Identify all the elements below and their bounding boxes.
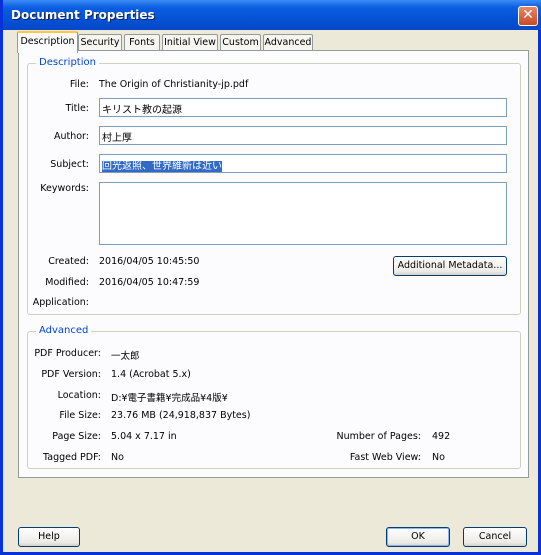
title-label: Title: (65, 103, 89, 114)
pdf-version-value: 1.4 (Acrobat 5.x) (111, 369, 191, 380)
subject-label: Subject: (50, 159, 89, 170)
number-of-pages-value: 492 (432, 431, 451, 442)
description-group-label: Description (36, 57, 99, 68)
title-bar[interactable]: Document Properties ✕ (3, 0, 541, 30)
modified-value: 2016/04/05 10:47:59 (99, 277, 200, 288)
fast-web-view-value: No (432, 452, 445, 463)
fast-web-view-label: Fast Web View: (349, 452, 421, 463)
subject-selected-text: 回光返照、世界維新は近い (102, 161, 222, 172)
tab-panel: Description File: The Origin of Christia… (18, 50, 529, 478)
tab-description[interactable]: Description (17, 31, 78, 53)
advanced-group: Advanced (27, 325, 521, 469)
subject-field[interactable]: 回光返照、世界維新は近い (99, 154, 507, 173)
created-label: Created: (48, 256, 89, 267)
pdf-version-label: PDF Version: (41, 369, 101, 380)
keywords-label: Keywords: (40, 183, 89, 194)
tab-fonts[interactable]: Fonts (124, 34, 160, 50)
author-field[interactable]: 村上厚 (99, 126, 507, 145)
location-value: D:¥電子書籍¥完成品¥4版¥ (111, 393, 228, 404)
dialog-title: Document Properties (11, 8, 155, 22)
pdf-producer-label: PDF Producer: (34, 348, 101, 359)
modified-label: Modified: (45, 277, 89, 288)
ok-button[interactable]: OK (386, 527, 450, 547)
help-button[interactable]: Help (18, 527, 80, 547)
pdf-producer-value: 一太郎 (111, 351, 140, 362)
location-label: Location: (57, 390, 101, 401)
additional-metadata-button[interactable]: Additional Metadata... (393, 256, 507, 276)
keywords-field[interactable] (99, 182, 507, 245)
page-size-value: 5.04 x 7.17 in (111, 431, 177, 442)
tagged-pdf-label: Tagged PDF: (43, 452, 101, 463)
title-field[interactable]: キリスト教の起源 (99, 98, 507, 117)
close-icon: ✕ (522, 7, 534, 23)
close-button[interactable]: ✕ (518, 6, 538, 26)
file-label: File: (69, 79, 89, 90)
file-value: The Origin of Christianity-jp.pdf (99, 79, 249, 90)
file-size-label: File Size: (59, 410, 101, 421)
author-label: Author: (53, 131, 89, 142)
number-of-pages-label: Number of Pages: (336, 431, 421, 442)
tagged-pdf-value: No (111, 452, 124, 463)
tab-custom[interactable]: Custom (220, 34, 261, 50)
cancel-button[interactable]: Cancel (463, 527, 527, 547)
tab-initial-view[interactable]: Initial View (162, 34, 218, 50)
document-properties-dialog: Document Properties ✕ Description Securi… (0, 0, 541, 555)
advanced-group-label: Advanced (36, 325, 92, 336)
file-size-value: 23.76 MB (24,918,837 Bytes) (111, 410, 251, 421)
tab-advanced[interactable]: Advanced (263, 34, 313, 50)
tab-security[interactable]: Security (78, 34, 122, 50)
page-size-label: Page Size: (52, 431, 101, 442)
created-value: 2016/04/05 10:45:50 (99, 256, 200, 267)
application-label: Application: (32, 297, 89, 308)
